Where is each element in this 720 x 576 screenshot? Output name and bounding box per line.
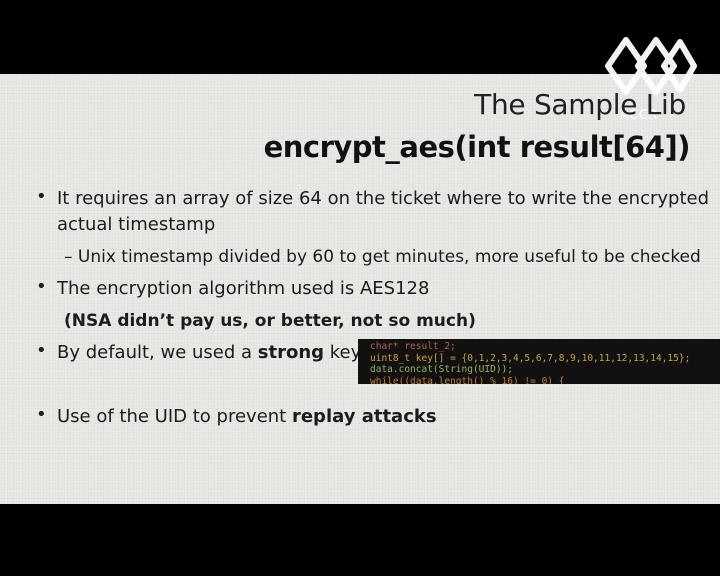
- slide-title: encrypt_aes(int result[64]): [263, 130, 691, 164]
- bullet-marker: •: [36, 340, 47, 361]
- bullet-text-strong: strong: [257, 342, 325, 363]
- bullet-text-pre: By default, we used a: [57, 342, 258, 363]
- code-line: data.concat(String(UID));: [370, 364, 513, 375]
- bullet-text-pre: Use of the UID to prevent: [57, 406, 292, 427]
- bullet-text: By default, we used a strong key: [57, 340, 361, 366]
- bullet-text-strong: replay attacks: [291, 406, 437, 427]
- bullet-marker: •: [36, 276, 47, 297]
- bullet-note: (NSA didn’t pay us, or better, not so mu…: [64, 311, 476, 331]
- bullet-marker: •: [36, 186, 47, 207]
- bullet-text: It requires an array of size 64 on the t…: [57, 188, 710, 209]
- code-line: uint8_t key[] = {0,1,2,3,4,5,6,7,8,9,10,…: [370, 352, 691, 364]
- bullet-marker: •: [36, 404, 47, 425]
- code-snippet: char* result_2; uint8_t key[] = {0,1,2,3…: [358, 339, 720, 384]
- bullet-text-continued: actual timestamp: [57, 214, 216, 235]
- code-line: while((data.length() % 16) != 0) {: [370, 375, 565, 385]
- sub-bullet-text: – Unix timestamp divided by 60 to get mi…: [64, 247, 701, 267]
- bullet-text: Use of the UID to prevent replay attacks: [57, 404, 437, 430]
- bullet-text: The encryption algorithm used is AES128: [57, 278, 430, 299]
- code-line: char* result_2;: [370, 341, 456, 352]
- bullet-text-post: key: [324, 342, 362, 363]
- slide-subtitle: The Sample Lib: [474, 88, 686, 121]
